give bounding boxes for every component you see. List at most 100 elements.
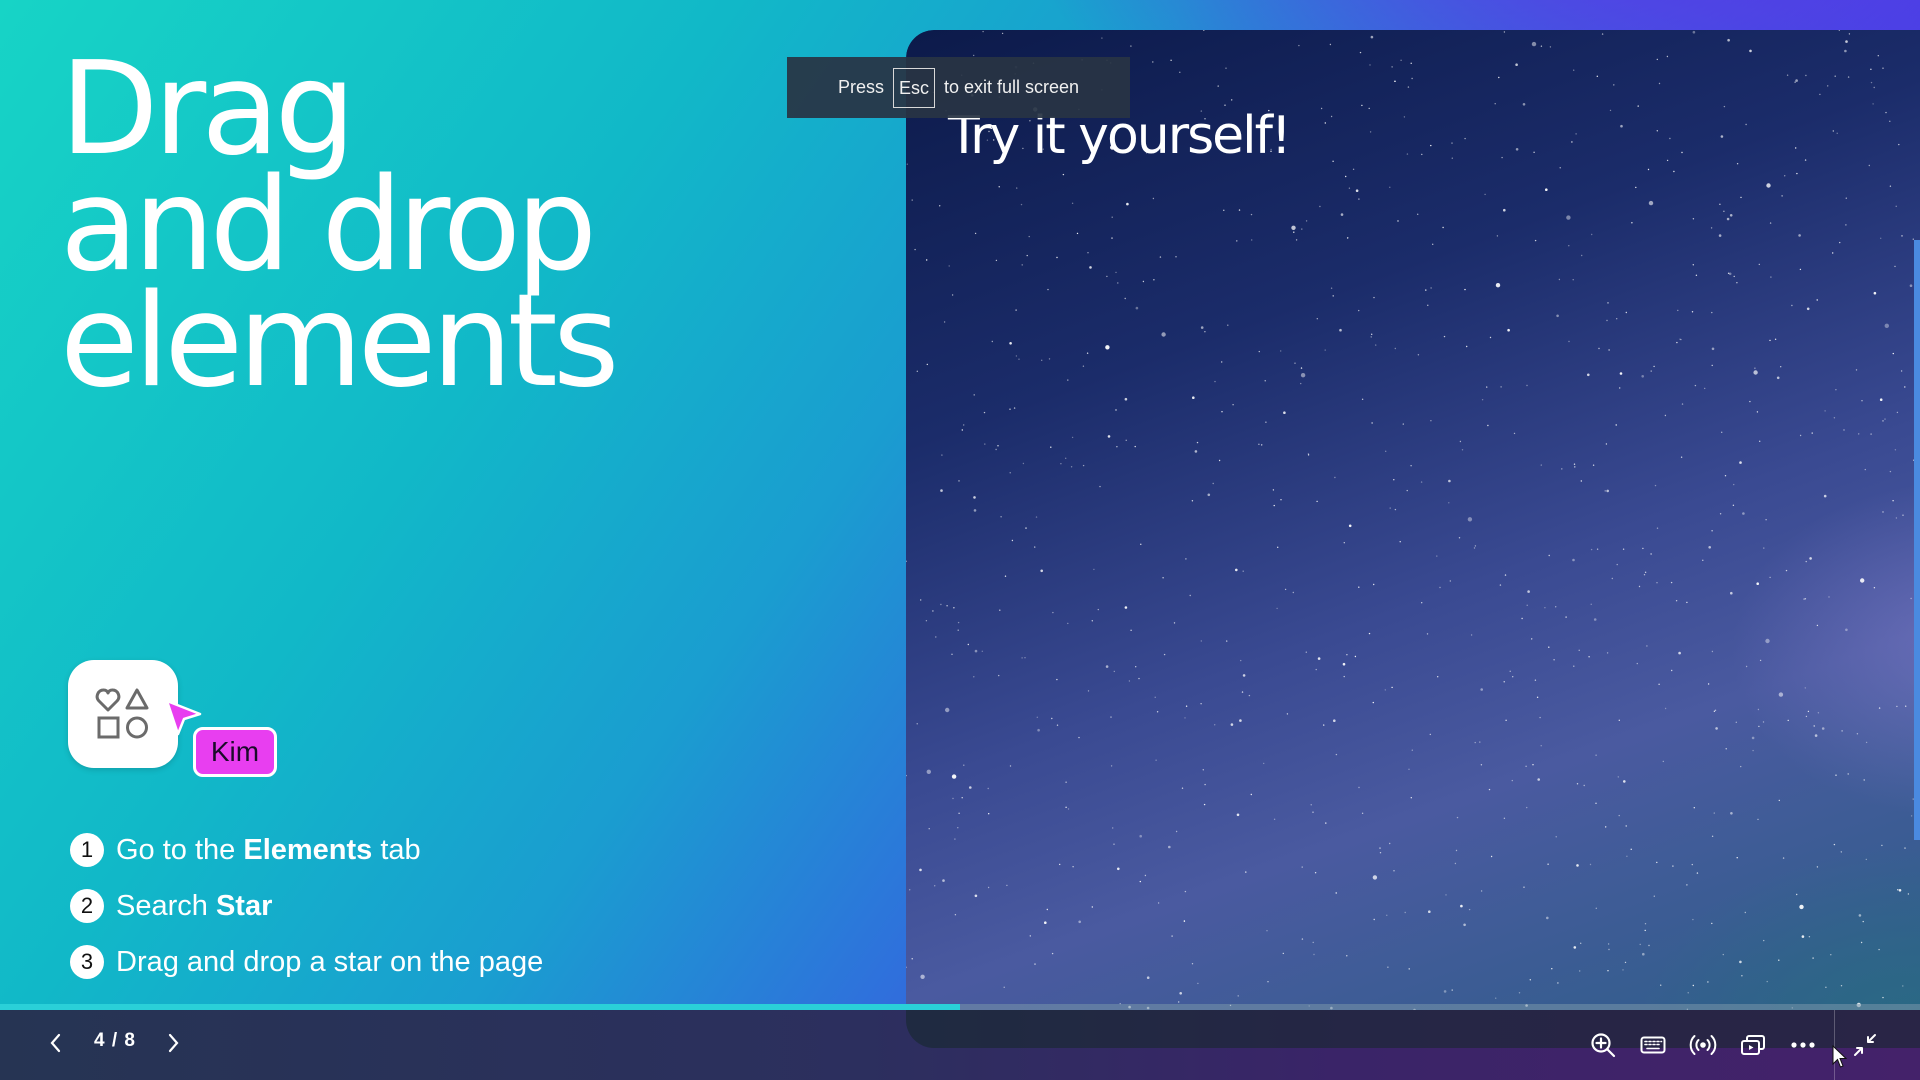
star-speck [1458, 537, 1461, 539]
slide-title: Drag and drop elements [60, 46, 619, 406]
star-speck [1711, 835, 1714, 837]
star-speck [1776, 376, 1780, 380]
star-speck [926, 363, 928, 366]
star-speck [1385, 450, 1387, 452]
star-speck [1677, 309, 1679, 312]
star-speck [1744, 911, 1746, 914]
star-speck [1742, 512, 1745, 515]
star-speck [1723, 210, 1725, 212]
starfield-photo[interactable]: Try it yourself! [906, 30, 1920, 1048]
star-speck [1572, 279, 1574, 281]
chevron-right-icon[interactable] [163, 1028, 183, 1058]
star-speck [1666, 55, 1669, 58]
star-speck [1399, 541, 1401, 543]
star-speck [1107, 435, 1111, 438]
star-speck [954, 838, 956, 840]
chevron-left-icon[interactable] [46, 1028, 66, 1058]
star-speck [1653, 365, 1655, 368]
star-speck [1782, 857, 1785, 859]
star-speck [916, 370, 918, 372]
star-speck [1812, 957, 1814, 959]
star-speck [1024, 657, 1026, 659]
star-speck [1373, 296, 1375, 299]
star-speck [1071, 202, 1074, 204]
live-broadcast-button[interactable] [1688, 1030, 1718, 1060]
star-speck [1430, 287, 1432, 289]
presenter-view-button[interactable] [1738, 1030, 1768, 1060]
star-speck [1170, 59, 1172, 61]
exit-fullscreen-button[interactable] [1850, 1030, 1880, 1060]
star-speck [1856, 733, 1859, 735]
star-speck [1832, 252, 1834, 254]
star-speck [1872, 103, 1874, 105]
star-speck [1518, 992, 1521, 994]
star-speck [1521, 617, 1523, 620]
star-speck [1882, 67, 1884, 69]
star-speck [1183, 920, 1186, 922]
star-speck [1468, 908, 1471, 911]
star-speck [1056, 256, 1058, 259]
star-speck [1496, 235, 1499, 237]
star-speck [1021, 657, 1023, 659]
star-speck [1394, 508, 1397, 511]
star-speck [1882, 420, 1884, 422]
star-speck [1678, 651, 1681, 655]
keyboard-shortcuts-button[interactable] [1638, 1030, 1668, 1060]
star-speck [988, 813, 990, 815]
star-speck [1461, 449, 1464, 451]
star-speck [1814, 734, 1818, 737]
star-speck [1371, 422, 1373, 424]
star-speck [1591, 233, 1593, 236]
star-speck [1896, 705, 1898, 708]
star-speck [1391, 66, 1393, 68]
star-speck [1022, 462, 1025, 465]
star-speck [1571, 141, 1573, 143]
star-speck [1686, 601, 1688, 604]
star-speck [1834, 75, 1836, 77]
star-speck [1295, 239, 1298, 241]
progress-bar[interactable] [0, 1004, 1920, 1010]
star-speck [1805, 74, 1807, 77]
star-speck [1106, 275, 1108, 278]
star-speck [1236, 240, 1238, 242]
star-speck [1658, 82, 1661, 85]
star-speck [1741, 975, 1743, 977]
star-speck [1630, 848, 1632, 850]
star-speck [1729, 214, 1733, 217]
star-speck [1178, 1001, 1180, 1003]
star-speck [1449, 580, 1451, 582]
star-speck [1821, 727, 1825, 730]
star-speck [1171, 935, 1173, 937]
star-speck [1885, 111, 1887, 114]
star-speck [1397, 220, 1399, 222]
star-speck [1065, 781, 1067, 783]
star-speck [1904, 847, 1906, 849]
star-speck [1730, 812, 1733, 815]
star-speck [920, 599, 922, 601]
star-speck [1332, 295, 1334, 297]
star-speck [1345, 175, 1347, 178]
star-speck [1239, 719, 1242, 722]
zoom-in-button[interactable] [1588, 1030, 1618, 1060]
star-speck [1411, 749, 1413, 751]
star-speck [1191, 500, 1194, 502]
star-speck [1340, 213, 1344, 216]
more-options-button[interactable] [1788, 1030, 1818, 1060]
star-speck [1816, 866, 1819, 868]
star-speck [1130, 629, 1132, 631]
star-speck [1487, 424, 1489, 427]
star-speck [1314, 872, 1317, 874]
star-speck [973, 394, 975, 396]
star-speck [1184, 890, 1187, 893]
zoom-in-icon [1591, 1033, 1616, 1058]
star-speck [1333, 719, 1336, 722]
star-speck [1573, 946, 1577, 949]
star-speck [1756, 582, 1759, 585]
star-speck [1020, 203, 1023, 206]
star-speck [1607, 302, 1609, 304]
star-speck [1430, 420, 1432, 422]
star-speck [1653, 895, 1655, 897]
star-speck [1091, 620, 1093, 622]
star-speck [1093, 568, 1095, 571]
star-speck [1146, 976, 1150, 979]
